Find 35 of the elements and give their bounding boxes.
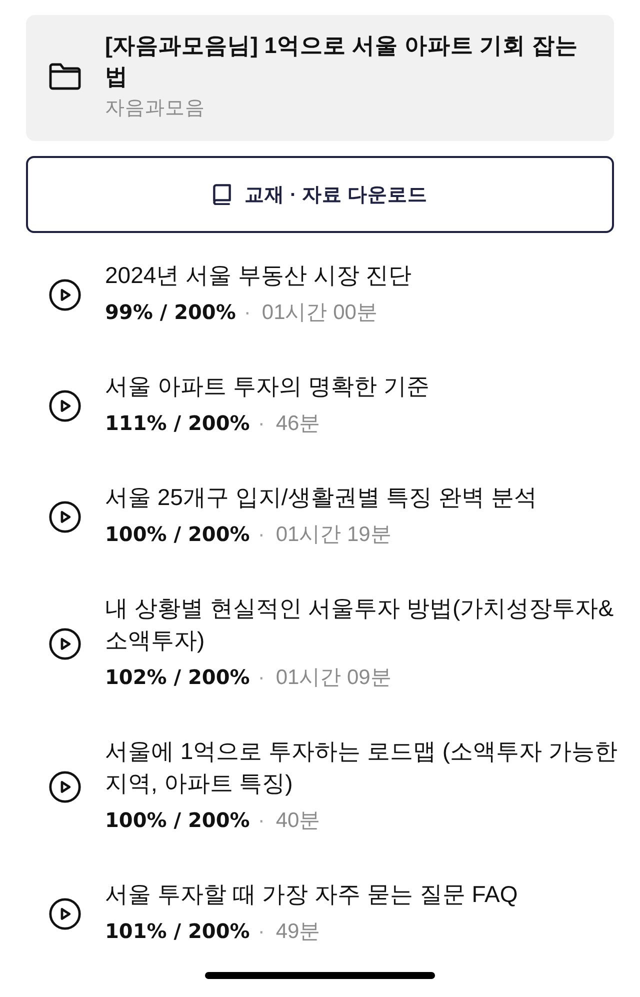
lecture-title: 2024년 서울 부동산 시장 진단 <box>105 261 413 290</box>
play-icon[interactable] <box>49 390 81 422</box>
duration-text: 49분 <box>276 919 320 945</box>
duration-text: 01시간 00분 <box>262 300 378 326</box>
duration-text: 01시간 19분 <box>276 522 392 548</box>
progress-text: 102% / 200% <box>105 664 250 691</box>
lecture-title: 서울 25개구 입지/생활권별 특징 완벽 분석 <box>105 483 538 512</box>
lecture-title: 서울에 1억으로 투자하는 로드맵 (소액투자 가능한 지역, 아파트 특징) <box>105 737 618 798</box>
duration-text: 40분 <box>276 808 320 834</box>
lecture-title: 내 상황별 현실적인 서울투자 방법(가치성장투자&소액투자) <box>105 594 615 655</box>
separator-text: · <box>258 808 265 834</box>
course-author: 자음과모음 <box>105 96 206 121</box>
progress-text: 111% / 200% <box>105 410 250 437</box>
lecture-title: 서울 투자할 때 가장 자주 묻는 질문 FAQ <box>105 880 519 909</box>
lecture-title: 서울 아파트 투자의 명확한 기준 <box>105 372 431 401</box>
progress-text: 99% / 200% <box>105 299 236 326</box>
book-icon <box>212 184 231 205</box>
download-button[interactable]: 교재 · 자료 다운로드 <box>26 156 614 233</box>
separator-text: · <box>244 300 251 326</box>
separator-text: · <box>258 522 265 548</box>
separator-text: · <box>258 665 265 691</box>
duration-text: 46분 <box>276 411 320 437</box>
course-title: [자음과모음님] 1억으로 서울 아파트 기회 잡는 법 <box>105 32 579 91</box>
play-icon[interactable] <box>49 770 81 802</box>
progress-text: 100% / 200% <box>105 807 250 834</box>
play-icon[interactable] <box>49 278 81 310</box>
play-icon[interactable] <box>49 500 81 532</box>
folder-icon <box>49 63 81 90</box>
progress-text: 101% / 200% <box>105 918 250 945</box>
separator-text: · <box>258 411 265 437</box>
play-icon[interactable] <box>49 898 81 930</box>
separator-text: · <box>258 919 265 945</box>
duration-text: 01시간 09분 <box>276 665 392 691</box>
progress-text: 100% / 200% <box>105 521 250 548</box>
play-icon[interactable] <box>49 628 81 660</box>
